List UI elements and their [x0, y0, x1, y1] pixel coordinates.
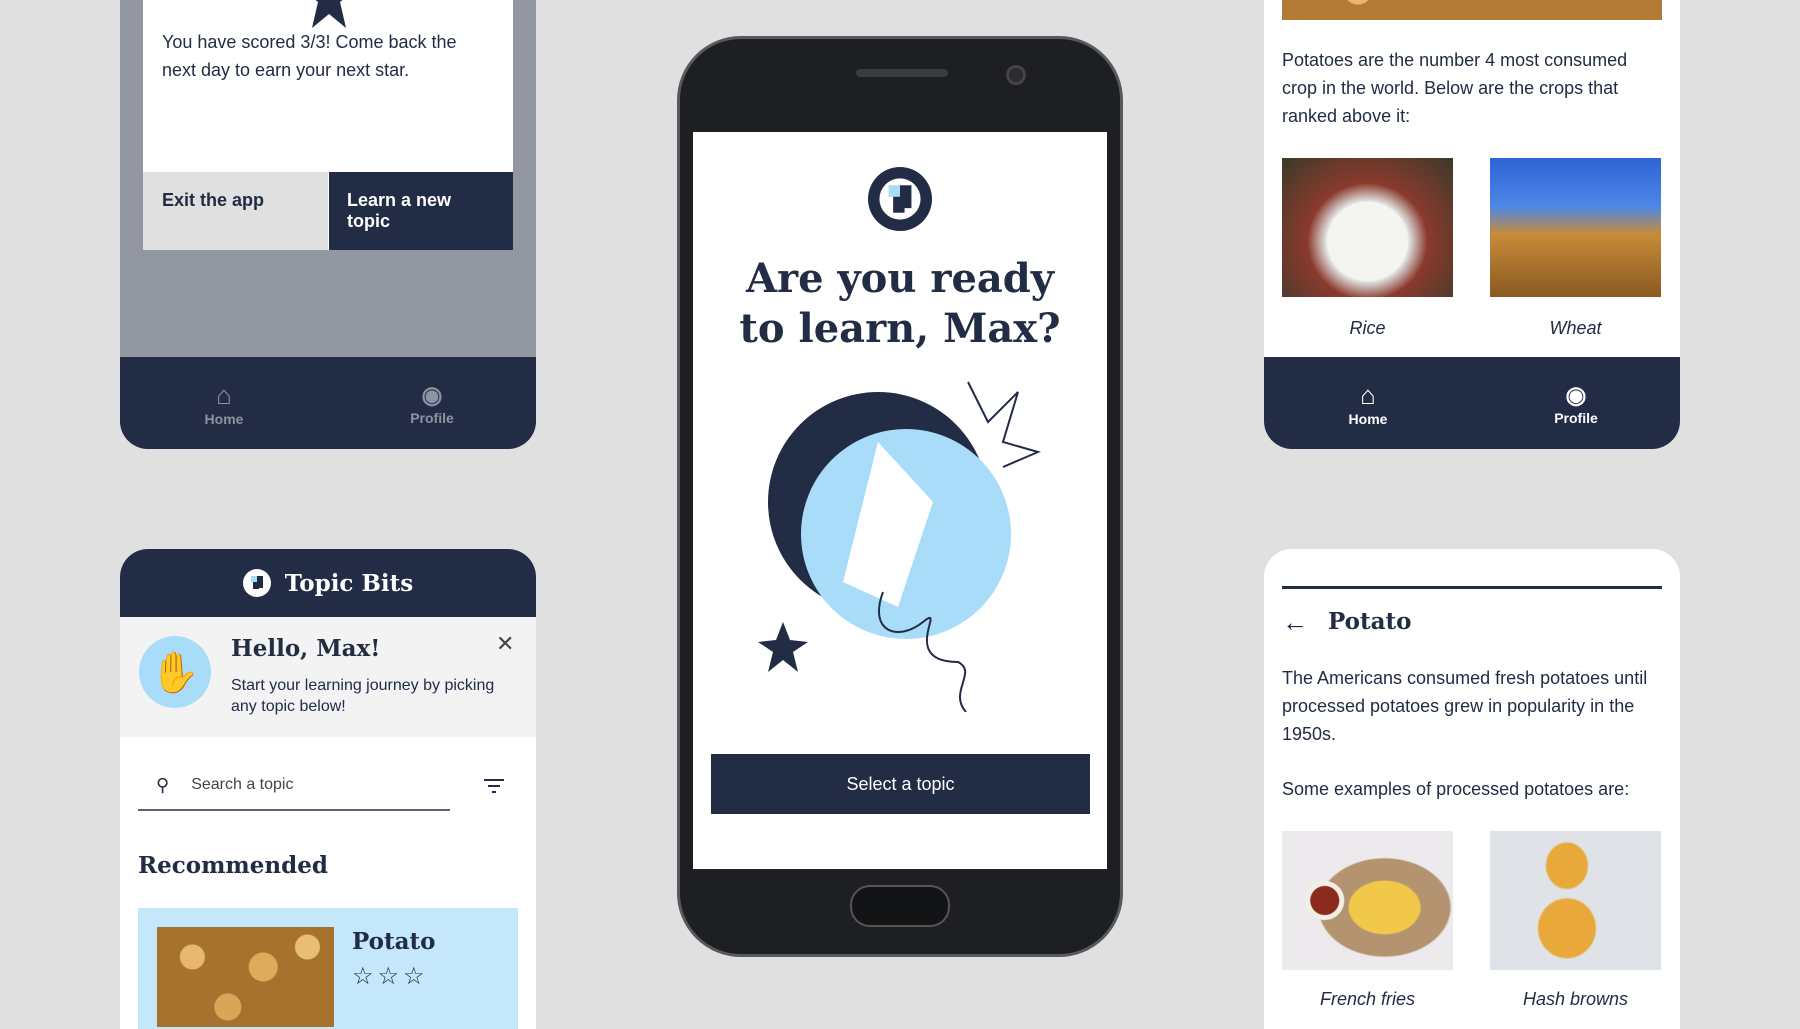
bottom-nav: ⌂ Home ◉ Profile — [120, 357, 536, 449]
score-dialog: You have scored 3/3! Come back the next … — [143, 0, 513, 250]
star-icon — [312, 0, 346, 28]
select-topic-label: Select a topic — [846, 773, 955, 794]
app-header: Topic Bits — [120, 549, 536, 617]
profile-icon: ◉ — [421, 381, 443, 409]
close-icon[interactable]: ✕ — [496, 631, 514, 657]
greeting-title: Hello, Max! — [231, 635, 381, 662]
greeting-text: Start your learning journey by picking a… — [231, 677, 495, 715]
nav-profile[interactable]: ◉ Profile — [1472, 357, 1680, 449]
select-topic-button[interactable]: Select a topic — [711, 754, 1090, 814]
nav-profile[interactable]: ◉ Profile — [328, 357, 536, 449]
progress-bar — [1282, 586, 1662, 589]
app-logo-icon — [868, 167, 932, 231]
potato-screen: ← Potato The Americans consumed fresh po… — [1264, 549, 1680, 1029]
nav-home-label: Home — [204, 410, 244, 427]
wheat-caption: Wheat — [1549, 318, 1602, 338]
nav-home[interactable]: ⌂ Home — [120, 357, 328, 449]
crops-screen: Potatoes are the number 4 most consumed … — [1264, 0, 1680, 449]
back-arrow-icon[interactable]: ← — [1282, 607, 1308, 638]
topic-card-potato[interactable]: Potato ☆☆☆ — [138, 908, 518, 1029]
search-input[interactable]: ⚲ Search a topic — [138, 761, 450, 811]
potato-banner-image — [1282, 0, 1662, 20]
home-icon: ⌂ — [216, 379, 232, 410]
illustration — [758, 381, 1041, 712]
wave-hand-avatar: ✋ — [139, 636, 211, 708]
bottom-nav: ⌂ Home ◉ Profile — [1264, 357, 1680, 449]
nav-profile-label: Profile — [1554, 409, 1598, 426]
exit-label: Exit the app — [162, 190, 265, 210]
home-hardware-button[interactable] — [850, 885, 950, 927]
crops-text: Potatoes are the number 4 most consumed … — [1282, 50, 1628, 126]
score-screen: You have scored 3/3! Come back the next … — [120, 0, 536, 449]
app-logo-icon — [242, 569, 271, 597]
phone-screen: Are you ready to learn, Max? Select a to… — [693, 132, 1107, 869]
profile-icon: ◉ — [1565, 381, 1587, 409]
potato-paragraph-2: Some examples of processed potatoes are: — [1282, 779, 1630, 799]
topic-title: Potato — [352, 928, 436, 955]
home-icon: ⌂ — [1360, 379, 1376, 410]
star-rating: ☆☆☆ — [352, 963, 429, 990]
score-message: You have scored 3/3! Come back the next … — [162, 32, 457, 80]
rice-image — [1282, 158, 1453, 297]
nav-home-label: Home — [1348, 410, 1388, 427]
nav-home[interactable]: ⌂ Home — [1264, 357, 1472, 449]
home-screen: Topic Bits ✋ Hello, Max! Start your lear… — [120, 549, 536, 1029]
app-title: Topic Bits — [284, 569, 414, 597]
greeting-banner: ✋ Hello, Max! Start your learning journe… — [120, 617, 536, 737]
learn-label: Learn a new topic — [347, 190, 452, 231]
french-fries-image — [1282, 831, 1453, 970]
rice-caption: Rice — [1349, 318, 1386, 338]
camera — [1006, 65, 1026, 85]
hash-browns-image — [1490, 831, 1661, 970]
exit-app-button[interactable]: Exit the app — [143, 172, 328, 250]
potato-title: Potato — [1328, 608, 1412, 635]
potato-image — [157, 927, 334, 1027]
nav-profile-label: Profile — [410, 409, 454, 426]
wheat-image — [1490, 158, 1661, 297]
search-icon: ⚲ — [156, 774, 170, 795]
section-title: Recommended — [138, 852, 328, 879]
speaker-grille — [856, 69, 948, 77]
filter-icon[interactable] — [483, 778, 505, 794]
search-placeholder: Search a topic — [191, 776, 294, 793]
learn-new-topic-button[interactable]: Learn a new topic — [329, 172, 513, 250]
welcome-heading: Are you ready to learn, Max? — [739, 255, 1061, 352]
potato-paragraph-1: The Americans consumed fresh potatoes un… — [1282, 668, 1648, 744]
